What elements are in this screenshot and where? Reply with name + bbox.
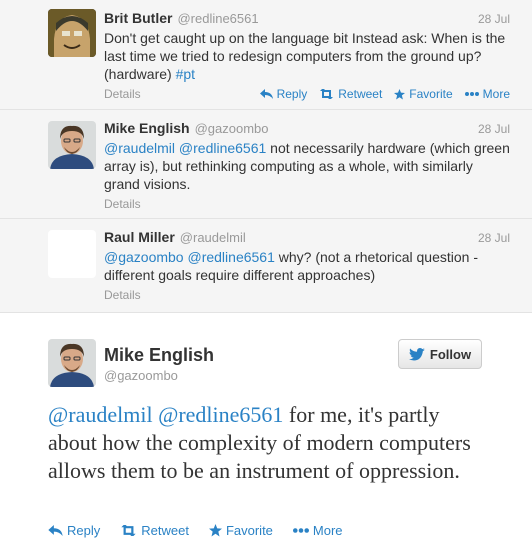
author-handle[interactable]: @gazoombo (195, 121, 269, 136)
tweet-header: Brit Butler @redline6561 28 Jul (104, 10, 510, 28)
tweet-text-body: Don't get caught up on the language bit … (104, 30, 506, 82)
tweet-actions: Reply Retweet Favorite More (48, 523, 363, 538)
favorite-button[interactable]: Favorite (208, 523, 273, 538)
tweet-actions: Reply Retweet Favorite More (248, 87, 510, 101)
retweet-icon (320, 89, 334, 99)
author-name[interactable]: Mike English (104, 345, 214, 366)
star-icon (208, 524, 222, 537)
conversation-thread: Brit Butler @redline6561 28 Jul Don't ge… (0, 0, 532, 313)
author-name[interactable]: Brit Butler (104, 10, 172, 26)
retweet-icon (121, 525, 136, 536)
tweet-text: @gazoombo @redline6561 why? (not a rheto… (104, 248, 510, 284)
tweet-footer: Details (104, 286, 510, 304)
timestamp[interactable]: 28 Jul (478, 12, 510, 26)
tweet-mike-english[interactable]: Mike English @gazoombo 28 Jul @raudelmil… (0, 110, 532, 219)
twitter-bird-icon (408, 347, 425, 360)
details-link[interactable]: Details (104, 87, 141, 101)
avatar[interactable] (48, 121, 96, 169)
author-handle[interactable]: @redline6561 (177, 11, 258, 26)
follow-label: Follow (429, 346, 472, 362)
mention-link[interactable]: @gazoombo (104, 249, 184, 265)
favorite-button[interactable]: Favorite (394, 87, 453, 101)
author-name[interactable]: Mike English (104, 120, 190, 136)
more-dots-icon (464, 92, 479, 96)
more-button[interactable]: More (292, 523, 343, 538)
more-dots-icon (292, 528, 309, 533)
reply-button[interactable]: Reply (48, 523, 100, 538)
more-button[interactable]: More (464, 87, 510, 101)
avatar[interactable] (48, 230, 96, 278)
tweet-header: Raul Miller @raudelmil 28 Jul (104, 229, 510, 247)
avatar[interactable] (48, 9, 96, 57)
favorite-label: Favorite (409, 87, 453, 101)
details-link[interactable]: Details (104, 288, 141, 302)
mention-link[interactable]: @raudelmil (104, 140, 175, 156)
mention-link[interactable]: @raudelmil (48, 402, 153, 427)
mention-link[interactable]: @redline6561 (158, 402, 283, 427)
tweet-raul-miller[interactable]: Raul Miller @raudelmil 28 Jul @gazoombo … (0, 219, 532, 313)
favorite-label: Favorite (225, 523, 273, 538)
retweet-button[interactable]: Retweet (120, 523, 189, 538)
reply-icon (259, 89, 273, 99)
author-handle[interactable]: @gazoombo (104, 368, 178, 383)
mention-link[interactable]: @redline6561 (187, 249, 274, 265)
reply-label: Reply (67, 523, 101, 538)
mention-link[interactable]: @redline6561 (179, 140, 266, 156)
tweet-brit-butler[interactable]: Brit Butler @redline6561 28 Jul Don't ge… (0, 0, 532, 110)
timestamp[interactable]: 28 Jul (478, 231, 510, 245)
tweet-header: Mike English @gazoombo 28 Jul (104, 120, 510, 138)
tweet-text: @raudelmil @redline6561 for me, it's par… (48, 401, 488, 485)
author-name[interactable]: Raul Miller (104, 229, 175, 245)
retweet-label: Retweet (141, 523, 189, 538)
more-label: More (482, 87, 510, 101)
tweet-footer: Details Reply Retweet Favorite More (104, 85, 510, 103)
reply-icon (48, 525, 63, 536)
details-link[interactable]: Details (104, 197, 141, 211)
star-icon (394, 88, 406, 100)
tweet-text: Don't get caught up on the language bit … (104, 29, 510, 83)
timestamp[interactable]: 28 Jul (478, 122, 510, 136)
avatar[interactable] (48, 339, 96, 387)
tweet-footer: Details (104, 195, 510, 213)
reply-label: Reply (276, 87, 308, 101)
reply-button[interactable]: Reply (259, 87, 308, 101)
author-handle[interactable]: @raudelmil (180, 230, 246, 245)
retweet-label: Retweet (338, 87, 383, 101)
tweet-text: @raudelmil @redline6561 not necessarily … (104, 139, 510, 193)
more-label: More (312, 523, 343, 538)
follow-button[interactable]: Follow (398, 339, 482, 369)
hashtag-link[interactable]: #pt (176, 66, 195, 82)
retweet-button[interactable]: Retweet (319, 87, 382, 101)
